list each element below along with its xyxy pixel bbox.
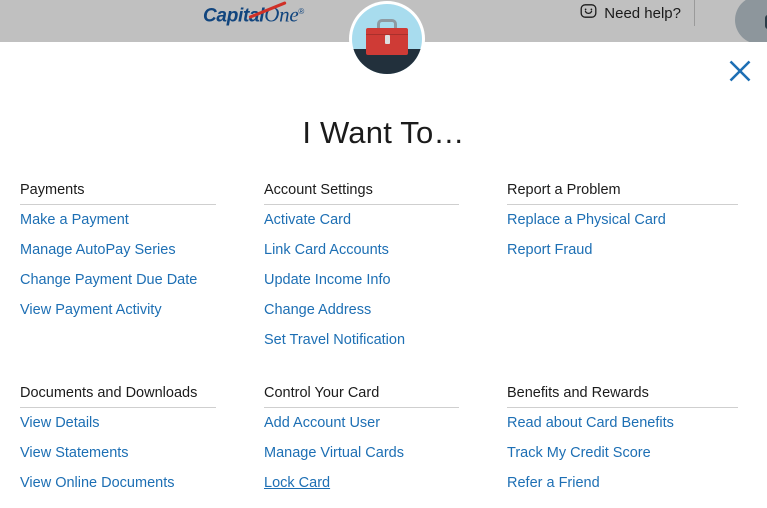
link-activate-card[interactable]: Activate Card bbox=[264, 212, 351, 228]
link-make-a-payment[interactable]: Make a Payment bbox=[20, 212, 129, 228]
link-view-online-documents[interactable]: View Online Documents bbox=[20, 475, 174, 491]
list-item: Make a Payment bbox=[20, 205, 244, 235]
list-item: Change Payment Due Date bbox=[20, 265, 244, 295]
list-item: View Statements bbox=[20, 438, 244, 468]
link-replace-a-physical-card[interactable]: Replace a Physical Card bbox=[507, 212, 666, 228]
i-want-to-modal: I Want To… Payments Make a Payment Manag… bbox=[0, 42, 767, 508]
link-list: Replace a Physical Card Report Fraud bbox=[507, 205, 767, 265]
link-refer-a-friend[interactable]: Refer a Friend bbox=[507, 475, 600, 491]
link-change-address[interactable]: Change Address bbox=[264, 302, 371, 318]
list-item: Link Card Accounts bbox=[264, 235, 487, 265]
list-item: Replace a Physical Card bbox=[507, 205, 767, 235]
need-help-button[interactable]: Need help? bbox=[580, 0, 681, 26]
section-payments: Payments Make a Payment Manage AutoPay S… bbox=[0, 182, 244, 355]
quick-actions-grid: Payments Make a Payment Manage AutoPay S… bbox=[0, 182, 767, 498]
quick-actions-row-2: Documents and Downloads View Details Vie… bbox=[0, 385, 767, 498]
link-list: Activate Card Link Card Accounts Update … bbox=[264, 205, 487, 355]
section-heading: Payments bbox=[20, 182, 216, 205]
section-heading: Account Settings bbox=[264, 182, 459, 205]
link-report-fraud[interactable]: Report Fraud bbox=[507, 242, 592, 258]
logo-registered-mark: ® bbox=[298, 7, 304, 16]
list-item: View Details bbox=[20, 408, 244, 438]
list-item: Track My Credit Score bbox=[507, 438, 767, 468]
link-view-details[interactable]: View Details bbox=[20, 415, 100, 431]
avatar[interactable] bbox=[735, 0, 767, 42]
link-update-income-info[interactable]: Update Income Info bbox=[264, 272, 391, 288]
list-item: Update Income Info bbox=[264, 265, 487, 295]
link-list: View Details View Statements View Online… bbox=[20, 408, 244, 498]
link-set-travel-notification[interactable]: Set Travel Notification bbox=[264, 332, 405, 348]
list-item: Manage AutoPay Series bbox=[20, 235, 244, 265]
section-account-settings: Account Settings Activate Card Link Card… bbox=[244, 182, 487, 355]
link-lock-card[interactable]: Lock Card bbox=[264, 475, 330, 491]
link-add-account-user[interactable]: Add Account User bbox=[264, 415, 380, 431]
link-list: Add Account User Manage Virtual Cards Lo… bbox=[264, 408, 487, 498]
list-item: Activate Card bbox=[264, 205, 487, 235]
link-track-my-credit-score[interactable]: Track My Credit Score bbox=[507, 445, 651, 461]
link-change-payment-due-date[interactable]: Change Payment Due Date bbox=[20, 272, 197, 288]
link-link-card-accounts[interactable]: Link Card Accounts bbox=[264, 242, 389, 258]
section-benefits-and-rewards: Benefits and Rewards Read about Card Ben… bbox=[487, 385, 767, 498]
page-title: I Want To… bbox=[302, 114, 465, 150]
list-item: Read about Card Benefits bbox=[507, 408, 767, 438]
link-list: Read about Card Benefits Track My Credit… bbox=[507, 408, 767, 498]
link-manage-autopay-series[interactable]: Manage AutoPay Series bbox=[20, 242, 176, 258]
need-help-label: Need help? bbox=[604, 4, 681, 22]
link-view-statements[interactable]: View Statements bbox=[20, 445, 129, 461]
list-item: Set Travel Notification bbox=[264, 325, 487, 355]
briefcase-clasp-icon bbox=[385, 35, 390, 44]
section-report-a-problem: Report a Problem Replace a Physical Card… bbox=[487, 182, 767, 355]
briefcase-body-icon bbox=[366, 28, 408, 55]
close-icon[interactable] bbox=[725, 56, 755, 86]
section-heading: Control Your Card bbox=[264, 385, 459, 408]
quick-actions-row-1: Payments Make a Payment Manage AutoPay S… bbox=[0, 182, 767, 355]
list-item: Refer a Friend bbox=[507, 468, 767, 498]
section-documents-and-downloads: Documents and Downloads View Details Vie… bbox=[0, 385, 244, 498]
section-control-your-card: Control Your Card Add Account User Manag… bbox=[244, 385, 487, 498]
list-item: Add Account User bbox=[264, 408, 487, 438]
section-heading: Benefits and Rewards bbox=[507, 385, 738, 408]
section-heading: Documents and Downloads bbox=[20, 385, 216, 408]
link-list: Make a Payment Manage AutoPay Series Cha… bbox=[20, 205, 244, 325]
briefcase-badge-circle bbox=[352, 4, 422, 74]
chat-smiley-icon bbox=[580, 3, 597, 24]
link-view-payment-activity[interactable]: View Payment Activity bbox=[20, 302, 162, 318]
list-item: Change Address bbox=[264, 295, 487, 325]
list-item: Lock Card bbox=[264, 468, 487, 498]
link-read-about-card-benefits[interactable]: Read about Card Benefits bbox=[507, 415, 674, 431]
list-item: View Payment Activity bbox=[20, 295, 244, 325]
header-divider bbox=[694, 0, 695, 26]
section-heading: Report a Problem bbox=[507, 182, 738, 205]
briefcase-icon bbox=[349, 1, 425, 77]
list-item: View Online Documents bbox=[20, 468, 244, 498]
capital-one-logo[interactable]: CapitalOne® bbox=[203, 1, 343, 28]
list-item: Manage Virtual Cards bbox=[264, 438, 487, 468]
link-manage-virtual-cards[interactable]: Manage Virtual Cards bbox=[264, 445, 404, 461]
list-item: Report Fraud bbox=[507, 235, 767, 265]
